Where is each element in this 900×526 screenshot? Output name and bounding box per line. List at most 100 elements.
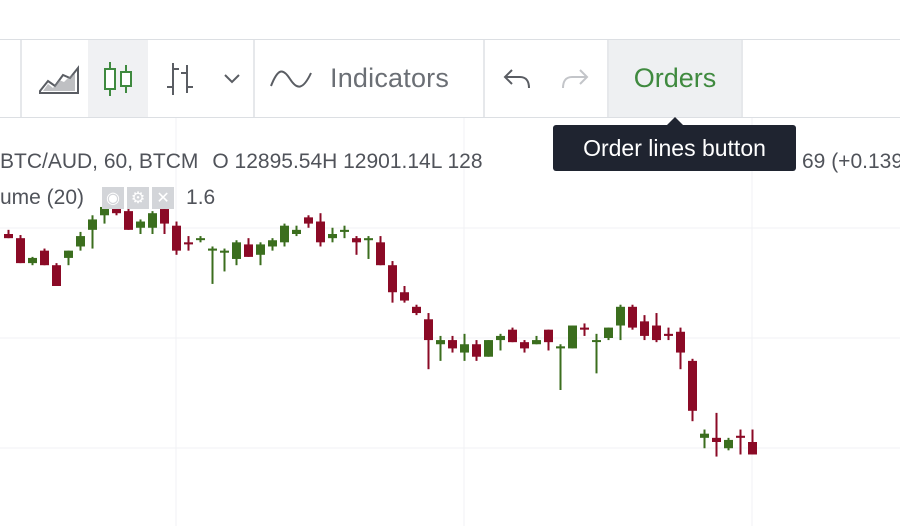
candle-body xyxy=(484,340,493,357)
candle xyxy=(196,236,205,243)
candle-body xyxy=(244,244,253,257)
candle-body xyxy=(748,442,757,455)
volume-label: ume (20) xyxy=(0,186,85,209)
candle xyxy=(208,246,217,284)
candle-body xyxy=(712,437,721,442)
candle-body xyxy=(196,238,205,241)
candle-body xyxy=(628,306,637,328)
candle xyxy=(256,242,265,266)
price-change: 69 (+0.139 xyxy=(802,150,900,173)
candle xyxy=(532,335,541,345)
candle xyxy=(652,313,661,343)
candle-body xyxy=(340,229,349,232)
candle-body xyxy=(736,435,745,438)
candle xyxy=(520,340,529,353)
candle xyxy=(580,323,589,336)
candle xyxy=(736,429,745,455)
candle xyxy=(148,211,157,234)
volume-legend: ume (20) ◉ ⚙ ✕ 1.6 xyxy=(0,186,215,210)
candle-body xyxy=(280,225,289,243)
eye-icon[interactable]: ◉ xyxy=(102,187,125,209)
candle-body xyxy=(520,342,529,349)
candle-body xyxy=(124,211,133,230)
candle xyxy=(280,223,289,247)
candle xyxy=(352,236,361,255)
candle xyxy=(484,340,493,357)
chart-type-dropdown[interactable] xyxy=(212,40,252,117)
candlestick-chart xyxy=(0,118,900,526)
candle xyxy=(64,250,73,266)
gear-icon[interactable]: ⚙ xyxy=(127,187,150,209)
undo-button[interactable] xyxy=(495,40,539,117)
candle-body xyxy=(436,340,445,345)
symbol-info: BTC/AUD, 60, BTCM xyxy=(0,150,199,173)
orders-label: Orders xyxy=(633,63,717,93)
price-chart[interactable] xyxy=(0,118,900,526)
candle-body xyxy=(172,225,181,251)
candle xyxy=(436,335,445,361)
candle xyxy=(676,327,685,370)
candle xyxy=(748,429,757,455)
candle-body xyxy=(652,325,661,341)
toolbar-divider xyxy=(741,40,743,117)
bar-chart-type-button[interactable] xyxy=(158,40,202,117)
candle xyxy=(568,325,577,349)
candle-body xyxy=(220,250,229,253)
candle-body xyxy=(352,238,361,243)
area-chart-type-button[interactable] xyxy=(30,40,88,117)
orders-button[interactable]: Orders xyxy=(609,40,741,117)
indicators-wave-icon xyxy=(270,67,312,91)
area-chart-icon xyxy=(39,64,79,94)
order-lines-tooltip: Order lines button xyxy=(553,117,796,171)
candle-body xyxy=(424,319,433,341)
header-strip xyxy=(0,0,900,40)
candle xyxy=(400,286,409,303)
ohlc-values: O 12895.54H 12901.14L 128 xyxy=(212,150,483,173)
candle xyxy=(388,261,397,303)
candle-body xyxy=(508,329,517,343)
candle xyxy=(88,215,97,249)
candle-body xyxy=(28,257,37,264)
candle-body xyxy=(448,340,457,349)
candle-body xyxy=(664,333,673,336)
candlestick-icon xyxy=(103,61,133,97)
candle-body xyxy=(580,327,589,330)
candle-body xyxy=(304,217,313,224)
candle-body xyxy=(184,242,193,245)
candle-body xyxy=(88,219,97,230)
candle-body xyxy=(640,321,649,336)
toolbar-divider xyxy=(253,40,255,117)
candle-body xyxy=(592,340,601,343)
candle-body xyxy=(700,433,709,438)
candle xyxy=(316,213,325,247)
candle xyxy=(472,340,481,361)
redo-button[interactable] xyxy=(553,40,597,117)
candle-body xyxy=(376,242,385,266)
candle-body xyxy=(160,209,169,224)
candle-body xyxy=(544,329,553,343)
candle xyxy=(172,221,181,255)
close-icon[interactable]: ✕ xyxy=(152,187,175,209)
volume-value: 1.6 xyxy=(186,186,216,209)
candle xyxy=(52,263,61,286)
candle xyxy=(76,231,85,251)
candle-body xyxy=(148,213,157,228)
undo-icon xyxy=(502,68,532,90)
candlestick-chart-type-button[interactable] xyxy=(88,40,148,117)
candle xyxy=(688,358,697,422)
candle-body xyxy=(496,335,505,341)
candle-body xyxy=(40,250,49,266)
symbol-legend: BTC/AUD, 60, BTCM O 12895.54H 12901.14L 1… xyxy=(0,150,483,174)
candle xyxy=(556,344,565,390)
indicators-button[interactable]: Indicators xyxy=(270,40,475,117)
candle-body xyxy=(532,340,541,345)
candle xyxy=(292,225,301,237)
toolbar-divider xyxy=(20,40,22,117)
candle-body xyxy=(556,346,565,349)
chevron-down-icon xyxy=(223,73,241,85)
toolbar-divider xyxy=(483,40,485,117)
candle-body xyxy=(4,234,13,239)
redo-icon xyxy=(560,68,590,90)
candle-body xyxy=(724,439,733,449)
candle-body xyxy=(400,292,409,301)
